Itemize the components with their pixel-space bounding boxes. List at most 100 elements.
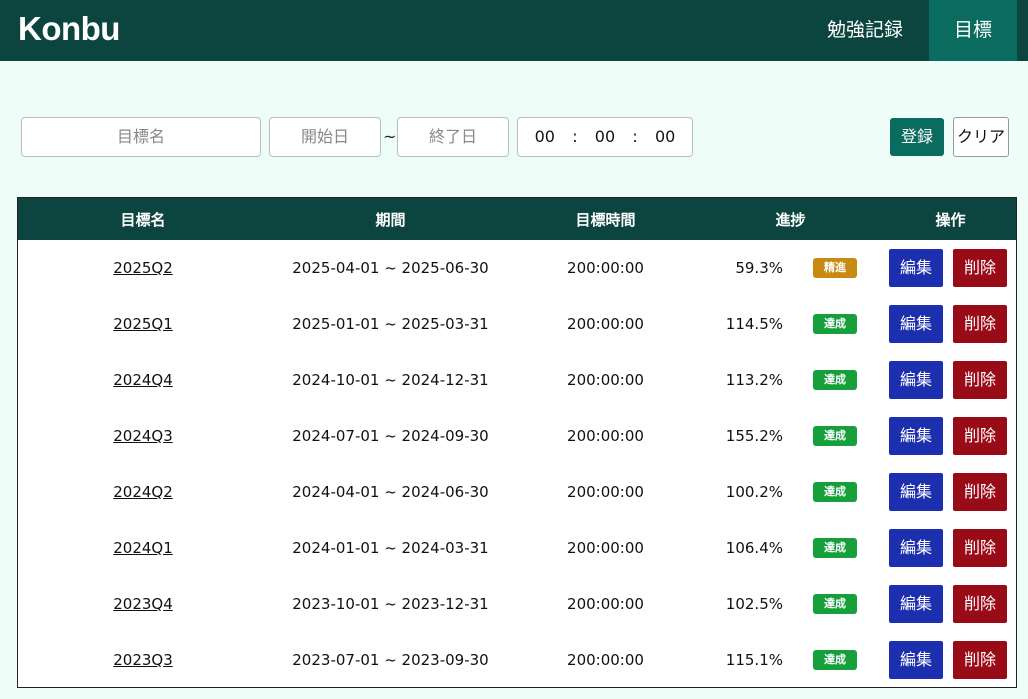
- period-cell: 2023-07-01 ~ 2023-09-30: [292, 651, 489, 669]
- progress-cell: 113.2% 達成: [698, 352, 883, 408]
- edit-button[interactable]: 編集: [889, 249, 943, 287]
- progress-cell: 106.4% 達成: [698, 520, 883, 576]
- actions-cell: 編集 削除: [883, 352, 1016, 408]
- date-range-separator: ~: [383, 127, 397, 146]
- period-cell: 2025-01-01 ~ 2025-03-31: [292, 315, 489, 333]
- goal-name-link[interactable]: 2024Q2: [113, 483, 173, 501]
- edit-button[interactable]: 編集: [889, 529, 943, 567]
- progress-cell: 102.5% 達成: [698, 576, 883, 632]
- status-badge: 達成: [813, 650, 857, 670]
- status-badge: 達成: [813, 370, 857, 390]
- delete-button[interactable]: 削除: [953, 361, 1007, 399]
- period-cell: 2024-07-01 ~ 2024-09-30: [292, 427, 489, 445]
- goal-name-input[interactable]: 目標名: [21, 117, 261, 157]
- edit-button[interactable]: 編集: [889, 305, 943, 343]
- progress-cell: 100.2% 達成: [698, 464, 883, 520]
- time-separator: :: [572, 127, 578, 146]
- edit-button[interactable]: 編集: [889, 473, 943, 511]
- nav-goals[interactable]: 目標: [929, 0, 1017, 61]
- progress-percent: 59.3%: [735, 259, 783, 277]
- period-cell: 2025-04-01 ~ 2025-06-30: [292, 259, 489, 277]
- period-cell: 2024-01-01 ~ 2024-03-31: [292, 539, 489, 557]
- goal-name-cell: 2024Q2: [18, 483, 268, 501]
- goal-name-cell: 2023Q4: [18, 595, 268, 613]
- target-time-cell: 200:00:00: [567, 651, 644, 669]
- edit-button[interactable]: 編集: [889, 585, 943, 623]
- clear-button[interactable]: クリア: [953, 117, 1009, 157]
- progress-cell: 59.3% 精進: [698, 240, 883, 296]
- table-row: 2024Q4 2024-10-01 ~ 2024-12-31 200:00:00 11…: [18, 352, 1016, 408]
- progress-percent: 113.2%: [725, 371, 783, 389]
- progress-cell: 115.1% 達成: [698, 632, 883, 687]
- delete-button[interactable]: 削除: [953, 417, 1007, 455]
- status-badge: 達成: [813, 594, 857, 614]
- target-time-cell: 200:00:00: [567, 595, 644, 613]
- actions-cell: 編集 削除: [883, 464, 1016, 520]
- header-goal-name: 目標名: [120, 210, 166, 229]
- goals-table: 目標名 期間 目標時間 進捗 操作 2025Q2 2025-04-01 ~ 202…: [17, 197, 1017, 688]
- delete-button[interactable]: 削除: [953, 305, 1007, 343]
- time-hours[interactable]: 00: [535, 118, 555, 156]
- target-time-cell: 200:00:00: [567, 539, 644, 557]
- table-row: 2023Q3 2023-07-01 ~ 2023-09-30 200:00:00 11…: [18, 632, 1016, 687]
- goal-name-cell: 2023Q3: [18, 651, 268, 669]
- progress-percent: 114.5%: [725, 315, 783, 333]
- start-date-input[interactable]: 開始日: [269, 117, 381, 157]
- goal-name-link[interactable]: 2024Q4: [113, 371, 173, 389]
- edit-button[interactable]: 編集: [889, 417, 943, 455]
- target-time-cell: 200:00:00: [567, 259, 644, 277]
- actions-cell: 編集 削除: [883, 576, 1016, 632]
- delete-button[interactable]: 削除: [953, 249, 1007, 287]
- delete-button[interactable]: 削除: [953, 641, 1007, 679]
- actions-cell: 編集 削除: [883, 240, 1016, 296]
- progress-percent: 115.1%: [725, 651, 783, 669]
- progress-percent: 155.2%: [725, 427, 783, 445]
- actions-cell: 編集 削除: [883, 296, 1016, 352]
- status-badge: 達成: [813, 314, 857, 334]
- target-time-cell: 200:00:00: [567, 483, 644, 501]
- target-time-input[interactable]: 00 : 00 : 00: [517, 117, 693, 157]
- delete-button[interactable]: 削除: [953, 529, 1007, 567]
- register-button[interactable]: 登録: [890, 118, 944, 156]
- goal-name-link[interactable]: 2023Q3: [113, 651, 173, 669]
- table-row: 2024Q3 2024-07-01 ~ 2024-09-30 200:00:00 15…: [18, 408, 1016, 464]
- progress-percent: 100.2%: [725, 483, 783, 501]
- table-body: 2025Q2 2025-04-01 ~ 2025-06-30 200:00:00 59…: [18, 240, 1016, 687]
- goal-name-link[interactable]: 2023Q4: [113, 595, 173, 613]
- time-seconds[interactable]: 00: [655, 118, 675, 156]
- goal-name-link[interactable]: 2024Q1: [113, 539, 173, 557]
- goal-name-link[interactable]: 2024Q3: [113, 427, 173, 445]
- header-target-time: 目標時間: [575, 210, 636, 229]
- progress-cell: 155.2% 達成: [698, 408, 883, 464]
- goal-name-link[interactable]: 2025Q1: [113, 315, 173, 333]
- edit-button[interactable]: 編集: [889, 641, 943, 679]
- table-row: 2023Q4 2023-10-01 ~ 2023-12-31 200:00:00 10…: [18, 576, 1016, 632]
- header-period: 期間: [375, 210, 406, 229]
- progress-percent: 102.5%: [725, 595, 783, 613]
- progress-percent: 106.4%: [725, 539, 783, 557]
- edit-button[interactable]: 編集: [889, 361, 943, 399]
- table-header: 目標名 期間 目標時間 進捗 操作: [18, 198, 1016, 240]
- period-cell: 2023-10-01 ~ 2023-12-31: [292, 595, 489, 613]
- time-minutes[interactable]: 00: [595, 118, 615, 156]
- goal-name-cell: 2025Q2: [18, 259, 268, 277]
- header-actions: 操作: [935, 210, 966, 229]
- status-badge: 達成: [813, 426, 857, 446]
- actions-cell: 編集 削除: [883, 408, 1016, 464]
- status-badge: 達成: [813, 538, 857, 558]
- actions-cell: 編集 削除: [883, 632, 1016, 687]
- nav-study-records[interactable]: 勉強記録: [810, 0, 920, 61]
- end-date-input[interactable]: 終了日: [397, 117, 509, 157]
- target-time-cell: 200:00:00: [567, 371, 644, 389]
- goal-name-link[interactable]: 2025Q2: [113, 259, 173, 277]
- delete-button[interactable]: 削除: [953, 473, 1007, 511]
- table-row: 2024Q1 2024-01-01 ~ 2024-03-31 200:00:00 10…: [18, 520, 1016, 576]
- table-row: 2025Q1 2025-01-01 ~ 2025-03-31 200:00:00 11…: [18, 296, 1016, 352]
- period-cell: 2024-04-01 ~ 2024-06-30: [292, 483, 489, 501]
- table-row: 2025Q2 2025-04-01 ~ 2025-06-30 200:00:00 59…: [18, 240, 1016, 296]
- actions-cell: 編集 削除: [883, 520, 1016, 576]
- app-logo[interactable]: Konbu: [18, 10, 120, 48]
- goal-name-cell: 2024Q4: [18, 371, 268, 389]
- delete-button[interactable]: 削除: [953, 585, 1007, 623]
- period-cell: 2024-10-01 ~ 2024-12-31: [292, 371, 489, 389]
